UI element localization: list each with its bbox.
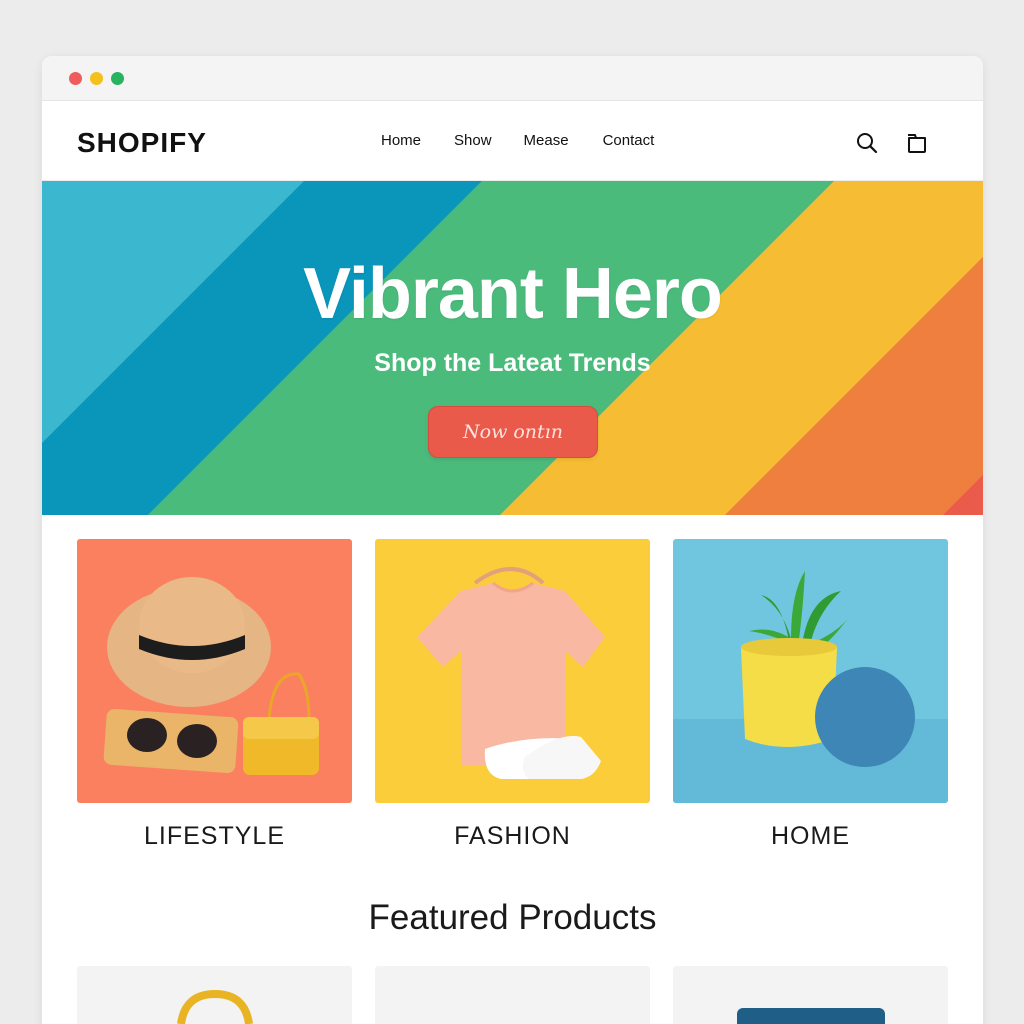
hero-subtitle: Shop the Lateat Trends [374,349,651,377]
category-label-lifestyle: LIFESTYLE [144,822,285,850]
hero-banner: Vibrant Hero Shop the Lateat Trends Now … [42,181,983,515]
nav-link-contact[interactable]: Contact [603,132,655,149]
lifestyle-image [77,539,352,803]
fashion-image [375,539,650,803]
nav-link-mease[interactable]: Mease [524,132,569,149]
product-card-2[interactable] [375,966,650,1024]
header-actions [855,131,929,155]
site-header: SHOPIFY Home Show Mease Contact [42,101,983,181]
close-dot[interactable] [69,71,82,85]
home-image [673,539,948,803]
product-image [375,966,650,1024]
shop-now-button[interactable]: Now ontın [428,406,598,458]
category-label-home: HOME [771,822,850,850]
hero-title: Vibrant Hero [303,254,723,334]
nav-link-show[interactable]: Show [454,132,492,149]
maximize-dot[interactable] [111,71,124,85]
category-card-home[interactable]: HOME [673,539,948,851]
hero-stripes-background [42,181,983,515]
category-label-fashion: FASHION [454,822,571,850]
product-card-1[interactable] [77,966,352,1024]
product-image [737,1008,885,1024]
window-titlebar [42,56,983,101]
brand-logo[interactable]: SHOPIFY [77,127,207,159]
featured-products-heading: Featured Products [368,898,657,937]
main-nav: Home Show Mease Contact [381,132,654,149]
category-grid: LIFESTYLE FASHION HOME [77,539,948,859]
category-card-fashion[interactable]: FASHION [375,539,650,851]
minimize-dot[interactable] [90,71,103,85]
browser-window: SHOPIFY Home Show Mease Contact Vibrant … [42,56,983,1024]
cart-icon[interactable] [905,131,929,155]
product-card-3[interactable] [673,966,948,1024]
search-icon[interactable] [855,131,879,155]
bag-image [177,989,253,1024]
nav-link-home[interactable]: Home [381,132,421,149]
category-card-lifestyle[interactable]: LIFESTYLE [77,539,352,851]
